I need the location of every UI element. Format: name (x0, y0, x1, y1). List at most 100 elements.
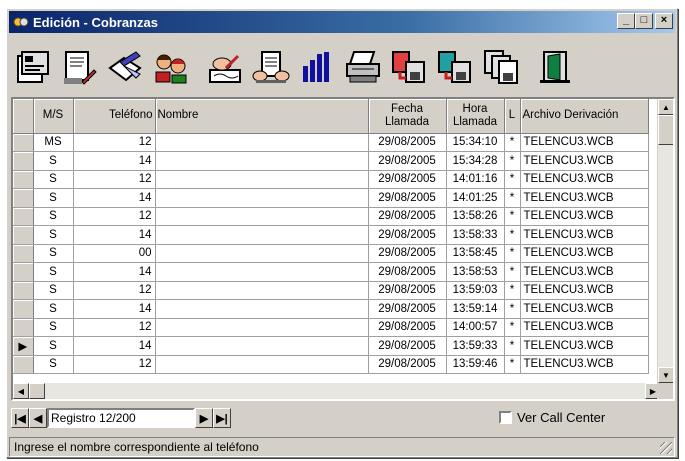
cell-fecha[interactable]: 29/08/2005 (368, 133, 447, 152)
row-indicator[interactable] (13, 133, 34, 152)
contacts-button[interactable] (149, 45, 193, 89)
horizontal-scroll-thumb[interactable] (29, 383, 45, 399)
cell-nombre[interactable] (155, 151, 369, 171)
cell-hora[interactable]: 13:59:03 (446, 281, 505, 300)
cell-ms[interactable]: S (33, 244, 74, 263)
row-indicator[interactable] (13, 225, 34, 245)
call-center-option[interactable]: Ver Call Center (499, 410, 605, 425)
cell-l[interactable]: * (504, 281, 521, 300)
col-header-archivo[interactable]: Archivo Derivación (520, 99, 649, 134)
table-row[interactable]: S 14 29/08/2005 15:34:28 * TELENCU3.WCB (13, 151, 649, 171)
cell-nombre[interactable] (155, 336, 369, 356)
first-record-button[interactable]: |◀ (11, 408, 29, 428)
cell-telefono[interactable]: 12 (73, 207, 156, 226)
cell-nombre[interactable] (155, 262, 369, 282)
cell-ms[interactable]: S (33, 170, 74, 189)
cell-hora[interactable]: 13:58:26 (446, 207, 505, 226)
cell-archivo[interactable]: TELENCU3.WCB (520, 207, 649, 226)
cell-nombre[interactable] (155, 225, 369, 245)
table-row[interactable]: S 12 29/08/2005 13:59:46 * TELENCU3.WCB (13, 355, 649, 374)
table-row[interactable]: S 00 29/08/2005 13:58:45 * TELENCU3.WCB (13, 244, 649, 263)
cell-fecha[interactable]: 29/08/2005 (368, 318, 447, 337)
cell-telefono[interactable]: 14 (73, 262, 156, 282)
table-row[interactable]: S 12 29/08/2005 13:58:26 * TELENCU3.WCB (13, 207, 649, 226)
maximize-button[interactable]: □ (635, 13, 653, 29)
next-record-button[interactable]: ▶ (195, 408, 213, 428)
table-row[interactable]: S 12 29/08/2005 14:00:57 * TELENCU3.WCB (13, 318, 649, 337)
row-indicator[interactable] (13, 207, 34, 226)
sign-button[interactable] (203, 45, 247, 89)
properties-button[interactable] (11, 45, 55, 89)
row-indicator[interactable] (13, 188, 34, 208)
cell-hora[interactable]: 14:01:25 (446, 188, 505, 208)
cell-hora[interactable]: 13:59:46 (446, 355, 505, 374)
row-indicator[interactable] (13, 151, 34, 171)
cell-ms[interactable]: MS (33, 133, 74, 152)
table-row[interactable]: S 12 29/08/2005 14:01:16 * TELENCU3.WCB (13, 170, 649, 189)
transfer-teal-button[interactable] (433, 45, 477, 89)
cell-ms[interactable]: S (33, 188, 74, 208)
vertical-scrollbar[interactable]: ▲ ▼ (657, 99, 673, 383)
cell-nombre[interactable] (155, 281, 369, 300)
cell-ms[interactable]: S (33, 262, 74, 282)
table-row[interactable]: S 12 29/08/2005 13:59:03 * TELENCU3.WCB (13, 281, 649, 300)
table-row[interactable]: S 14 29/08/2005 13:58:33 * TELENCU3.WCB (13, 225, 649, 245)
prev-record-button[interactable]: ◀ (29, 408, 47, 428)
cell-hora[interactable]: 14:01:16 (446, 170, 505, 189)
cell-telefono[interactable]: 14 (73, 188, 156, 208)
cell-hora[interactable]: 13:59:33 (446, 336, 505, 356)
vertical-scroll-thumb[interactable] (658, 115, 673, 145)
cell-telefono[interactable]: 12 (73, 318, 156, 337)
cell-l[interactable]: * (504, 170, 521, 189)
cell-ms[interactable]: S (33, 207, 74, 226)
cell-telefono[interactable]: 14 (73, 225, 156, 245)
cell-nombre[interactable] (155, 244, 369, 263)
cell-hora[interactable]: 15:34:28 (446, 151, 505, 171)
cell-fecha[interactable]: 29/08/2005 (368, 188, 447, 208)
cell-fecha[interactable]: 29/08/2005 (368, 170, 447, 189)
row-indicator[interactable] (13, 170, 34, 189)
cell-telefono[interactable]: 12 (73, 281, 156, 300)
edit-document-button[interactable] (57, 45, 101, 89)
cell-archivo[interactable]: TELENCU3.WCB (520, 170, 649, 189)
cell-archivo[interactable]: TELENCU3.WCB (520, 225, 649, 245)
cell-nombre[interactable] (155, 170, 369, 189)
cell-l[interactable]: * (504, 299, 521, 319)
col-header-ms[interactable]: M/S (33, 99, 74, 134)
cell-nombre[interactable] (155, 207, 369, 226)
cell-archivo[interactable]: TELENCU3.WCB (520, 299, 649, 319)
cell-ms[interactable]: S (33, 336, 74, 356)
cell-fecha[interactable]: 29/08/2005 (368, 207, 447, 226)
horizontal-scrollbar[interactable]: ◀ ▶ (13, 383, 661, 399)
table-row[interactable]: ▶ S 14 29/08/2005 13:59:33 * TELENCU3.WCB (13, 336, 649, 356)
cell-l[interactable]: * (504, 151, 521, 171)
cell-fecha[interactable]: 29/08/2005 (368, 225, 447, 245)
cell-archivo[interactable]: TELENCU3.WCB (520, 355, 649, 374)
cell-l[interactable]: * (504, 262, 521, 282)
cell-nombre[interactable] (155, 299, 369, 319)
cell-archivo[interactable]: TELENCU3.WCB (520, 188, 649, 208)
cell-ms[interactable]: S (33, 318, 74, 337)
row-indicator[interactable] (13, 262, 34, 282)
scroll-up-button[interactable]: ▲ (658, 99, 673, 115)
cell-fecha[interactable]: 29/08/2005 (368, 336, 447, 356)
call-center-checkbox[interactable] (499, 411, 512, 424)
cell-l[interactable]: * (504, 225, 521, 245)
last-record-button[interactable]: ▶| (213, 408, 231, 428)
row-indicator[interactable] (13, 281, 34, 300)
cell-archivo[interactable]: TELENCU3.WCB (520, 133, 649, 152)
cell-archivo[interactable]: TELENCU3.WCB (520, 244, 649, 263)
cell-l[interactable]: * (504, 207, 521, 226)
hands-document-button[interactable] (249, 45, 293, 89)
cell-fecha[interactable]: 29/08/2005 (368, 262, 447, 282)
cell-nombre[interactable] (155, 188, 369, 208)
minimize-button[interactable]: _ (617, 13, 635, 29)
scroll-left-button[interactable]: ◀ (13, 383, 29, 399)
cell-hora[interactable]: 13:58:45 (446, 244, 505, 263)
close-button[interactable]: × (655, 13, 673, 29)
title-bar[interactable]: Edición - Cobranzas _ □ × (9, 11, 675, 33)
cell-hora[interactable]: 13:58:53 (446, 262, 505, 282)
row-indicator[interactable] (13, 355, 34, 374)
write-mail-button[interactable] (103, 45, 147, 89)
table-row[interactable]: MS 12 29/08/2005 15:34:10 * TELENCU3.WCB (13, 133, 649, 152)
